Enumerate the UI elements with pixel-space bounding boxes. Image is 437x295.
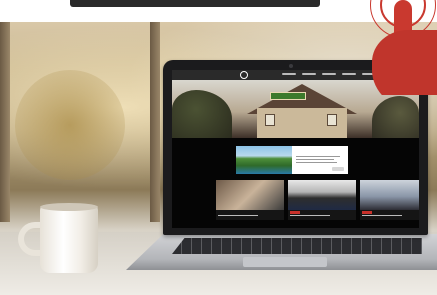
nav-item[interactable] [322, 73, 336, 75]
ad-illustration [0, 0, 437, 295]
article-cards [216, 180, 419, 220]
article-image [360, 180, 419, 210]
article-card[interactable] [216, 180, 284, 220]
webcam [289, 64, 293, 68]
article-image [288, 180, 356, 210]
house-facade [257, 108, 347, 138]
promo-text-line [296, 159, 334, 160]
headline-text [70, 0, 320, 7]
website-logo[interactable] [216, 72, 238, 78]
article-image [216, 180, 284, 210]
window-frame-left [0, 22, 10, 222]
article-category-badge [362, 211, 372, 214]
coffee-mug-icon [40, 205, 98, 273]
nav-item[interactable] [342, 73, 356, 75]
promo-text-line [296, 156, 340, 157]
article-title-line [218, 215, 258, 216]
article-card[interactable] [288, 180, 356, 220]
laptop-keyboard [172, 238, 422, 254]
laptop-trackpad [243, 257, 327, 267]
article-category-badge [290, 211, 300, 214]
promo-banner[interactable] [236, 146, 348, 174]
promo-text-line [296, 162, 337, 163]
hand-palm [372, 30, 437, 95]
pointing-hand-icon [358, 0, 437, 95]
article-title-line [362, 215, 402, 216]
promo-button[interactable] [332, 167, 344, 171]
nav-item[interactable] [302, 73, 316, 75]
house-window [265, 114, 275, 126]
promo-landscape-image [236, 146, 292, 174]
house-sign [270, 92, 306, 100]
logo-emblem-icon[interactable] [240, 71, 248, 79]
nav-item[interactable] [282, 73, 296, 75]
house-window [327, 114, 337, 126]
blurred-foliage [15, 70, 125, 180]
article-card[interactable] [360, 180, 419, 220]
hero-tree-right [372, 96, 419, 138]
mug-rim [40, 203, 98, 211]
hero-tree-left [172, 90, 232, 138]
window-frame-center [150, 22, 160, 222]
article-title-line [290, 215, 330, 216]
